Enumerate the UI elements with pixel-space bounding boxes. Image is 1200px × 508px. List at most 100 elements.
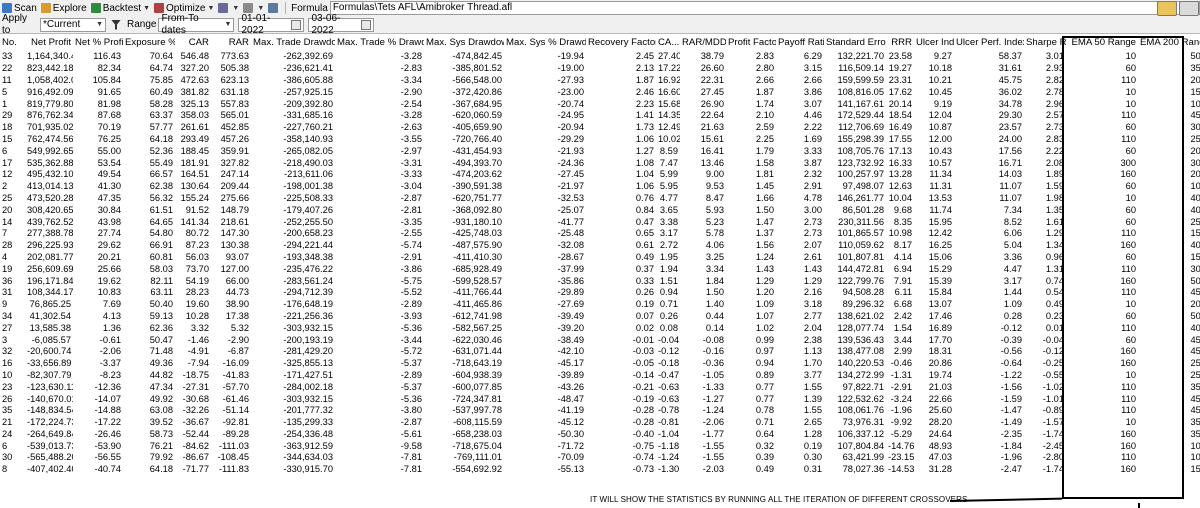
table-row[interactable]: 12 495,432.10 49.54 66.57 164.51 247.14 -213,6… [0, 169, 1200, 181]
table-row[interactable]: 10 -82,307.79 -8.23 44.82 -18.75 -41.83 -171,4… [0, 370, 1200, 382]
range-select[interactable]: From-To dates ▼ [158, 13, 235, 36]
table-cell: -55.13 [557, 464, 584, 475]
table-cell: 0.94 [659, 287, 678, 298]
column-header[interactable]: Net Profit [25, 34, 73, 51]
table-row[interactable]: 35 -148,834.54 -14.88 63.08 -32.26 -51.14 -201… [0, 405, 1200, 417]
table-cell: 2.57 [1045, 110, 1064, 121]
table-cell: 1 [2, 98, 8, 109]
table-cell: -25.48 [557, 228, 584, 239]
table-row[interactable]: 15 762,474.56 76.25 64.18 293.49 457.26 -358,1… [0, 134, 1200, 146]
table-row[interactable]: 3 -6,085.57 -0.61 50.47 -1.46 -2.90 -200,193.1… [0, 334, 1200, 346]
table-row[interactable]: 28 296,225.93 29.62 66.91 87.23 130.38 -294,22… [0, 240, 1200, 252]
table-cell: 500 [1190, 275, 1200, 286]
table-row[interactable]: 21 -172,224.73 -17.22 39.52 -36.67 -92.81 -135… [0, 417, 1200, 429]
column-header[interactable]: Payoff Ratio [776, 34, 824, 51]
column-header[interactable]: Max. Trade % Drawdown [335, 34, 424, 51]
column-header[interactable]: RRR [886, 34, 914, 51]
table-cell: 61.51 [149, 204, 173, 215]
column-header[interactable]: Max. Sys % Drawdown [504, 34, 586, 51]
table-cell: -0.12 [658, 346, 680, 357]
table-row[interactable]: 18 701,935.02 70.19 57.77 261.61 452.85 -227,7… [0, 122, 1200, 134]
column-header[interactable]: Max. Sys Drawdown [424, 34, 504, 51]
chevron-down-icon[interactable]: ▼ [232, 5, 239, 12]
column-header[interactable]: CA... [656, 34, 680, 51]
table-row[interactable]: 31 108,344.17 10.83 63.11 28.23 44.73 -294,712… [0, 287, 1200, 299]
table-cell: 58.37 [998, 51, 1022, 62]
table-cell: -2.90 [227, 334, 249, 345]
table-row[interactable]: 36 196,171.84 19.62 82.11 54.19 66.00 -283,561… [0, 275, 1200, 287]
table-cell: 73.70 [185, 263, 209, 274]
open-folder-icon[interactable] [1157, 1, 1177, 16]
table-row[interactable]: 24 -264,649.84 -26.46 58.73 -52.44 -89.28 -254… [0, 429, 1200, 441]
table-row[interactable]: 11 1,058,402.02 105.84 75.85 472.63 623.13 -38… [0, 75, 1200, 87]
table-row[interactable]: 29 876,762.34 87.68 63.37 358.03 565.01 -331,6… [0, 110, 1200, 122]
column-header[interactable]: Exposure % [123, 34, 175, 51]
table-row[interactable]: 14 439,762.52 43.98 64.65 141.34 218.61 -252,2… [0, 216, 1200, 228]
table-row[interactable]: 19 256,609.69 25.66 58.03 73.70 127.00 -235,47… [0, 263, 1200, 275]
table-row[interactable]: 25 473,520.28 47.35 56.32 155.24 275.66 -225,5… [0, 193, 1200, 205]
column-header[interactable]: EMA 200 Range [1138, 34, 1200, 51]
table-row[interactable]: 22 823,442.18 82.34 64.74 327.20 505.38 -236,6… [0, 63, 1200, 75]
filter-button[interactable] [109, 18, 125, 32]
backtest-button[interactable]: Backtest ▼ [89, 1, 152, 15]
column-header[interactable]: Recovery Factor [586, 34, 656, 51]
table-cell: 549,992.65 [27, 145, 73, 156]
table-cell: -5.36 [400, 393, 422, 404]
column-header[interactable]: Net % Profit [73, 34, 123, 51]
table-row[interactable]: 7 277,388.78 27.74 54.80 80.72 147.30 -200,658… [0, 228, 1200, 240]
table-cell: -48.47 [557, 393, 584, 404]
table-row[interactable]: 6 -539,013.73 -53.90 76.21 -84.62 -111.03 -363… [0, 440, 1200, 452]
table-cell: -0.89 [1042, 405, 1064, 416]
table-row[interactable]: 34 41,302.54 4.13 59.13 10.28 17.38 -221,256.3… [0, 311, 1200, 323]
explore-button[interactable]: Explore [39, 1, 89, 15]
table-cell: 7 [2, 228, 8, 239]
calendar-icon[interactable] [291, 19, 302, 30]
calendar-icon[interactable] [361, 19, 372, 30]
column-header[interactable]: Ulcer Index [914, 34, 954, 51]
table-row[interactable]: 32 -20,600.74 -2.06 71.48 -4.91 -6.87 -281,429… [0, 346, 1200, 358]
table-row[interactable]: 9 76,865.25 7.69 50.40 19.60 38.90 -176,648.19… [0, 299, 1200, 311]
table-row[interactable]: 1 819,779.80 81.98 58.28 325.13 557.83 -209,39… [0, 98, 1200, 110]
table-cell: 0.37 [635, 263, 654, 274]
table-row[interactable]: 30 -565,488.20 -56.55 79.92 -86.67 -108.45 -34… [0, 452, 1200, 464]
table-cell: 4 [2, 251, 8, 262]
table-cell: 400 [1190, 192, 1200, 203]
chevron-down-icon[interactable]: ▼ [257, 5, 264, 12]
apply-to-select[interactable]: *Current ▼ [40, 17, 106, 32]
table-row[interactable]: 26 -140,670.01 -14.07 49.92 -30.68 -61.46 -303… [0, 393, 1200, 405]
column-header[interactable]: RAR/MDD [680, 34, 726, 51]
column-header[interactable]: Max. Trade Drawdown [251, 34, 335, 51]
column-header[interactable]: No. [0, 34, 25, 51]
results-table-container[interactable]: No. Net Profit Net % Profit Exposure % CAR RA… [0, 34, 1200, 498]
table-row[interactable]: 6 549,992.65 55.00 52.36 188.45 359.91 -265,08… [0, 145, 1200, 157]
table-row[interactable]: 33 1,164,340.45 116.43 70.64 546.48 773.63 -26… [0, 51, 1200, 63]
column-header[interactable]: EMA 50 Range [1066, 34, 1138, 51]
table-row[interactable]: 23 -123,630.11 -12.36 47.34 -27.31 -57.70 -284… [0, 381, 1200, 393]
table-cell: 3.38 [659, 216, 678, 227]
table-row[interactable]: 4 202,081.77 20.21 60.81 56.03 93.07 -193,348.… [0, 252, 1200, 264]
edit-formula-icon[interactable] [1179, 1, 1199, 16]
from-date-field[interactable]: 01-01-2022 [238, 13, 305, 36]
table-row[interactable]: 20 308,420.65 30.84 61.51 91.52 148.79 -179,40… [0, 204, 1200, 216]
table-cell: 19 [2, 263, 13, 274]
table-row[interactable]: 17 535,362.88 53.54 55.49 181.91 327.82 -218,4… [0, 157, 1200, 169]
column-header[interactable]: Standard Error [824, 34, 886, 51]
to-date-field[interactable]: 03-06-2022 [308, 13, 375, 36]
table-cell: 58.28 [149, 98, 173, 109]
table-row[interactable]: 2 413,014.13 41.30 62.38 130.64 209.44 -198,00… [0, 181, 1200, 193]
column-header[interactable]: Profit Factor [726, 34, 776, 51]
table-row[interactable]: 5 916,492.09 91.65 60.49 381.82 631.18 -257,92… [0, 86, 1200, 98]
column-header[interactable]: CAR [175, 34, 211, 51]
table-row[interactable]: 8 -407,402.40 -40.74 64.18 -71.77 -111.83 -330… [0, 464, 1200, 476]
formula-path-field[interactable]: Formulas\Tets AFL\Amibroker Thread.afl [329, 1, 1200, 15]
column-header[interactable]: Sharpe Ratio [1024, 34, 1066, 51]
table-cell: -372,420.86 [452, 86, 502, 97]
chevron-down-icon[interactable]: ▼ [207, 5, 214, 12]
table-cell: -1.55 [702, 440, 724, 451]
table-cell: 1.59 [1045, 181, 1064, 192]
table-row[interactable]: 16 -33,656.89 -3.37 49.36 -7.94 -16.09 -325,85… [0, 358, 1200, 370]
column-header[interactable]: Ulcer Perf. Index [954, 34, 1024, 51]
column-header[interactable]: RAR [211, 34, 251, 51]
table-row[interactable]: 27 13,585.38 1.36 62.36 3.32 5.32 -303,932.15 -… [0, 322, 1200, 334]
chevron-down-icon[interactable]: ▼ [143, 5, 150, 12]
